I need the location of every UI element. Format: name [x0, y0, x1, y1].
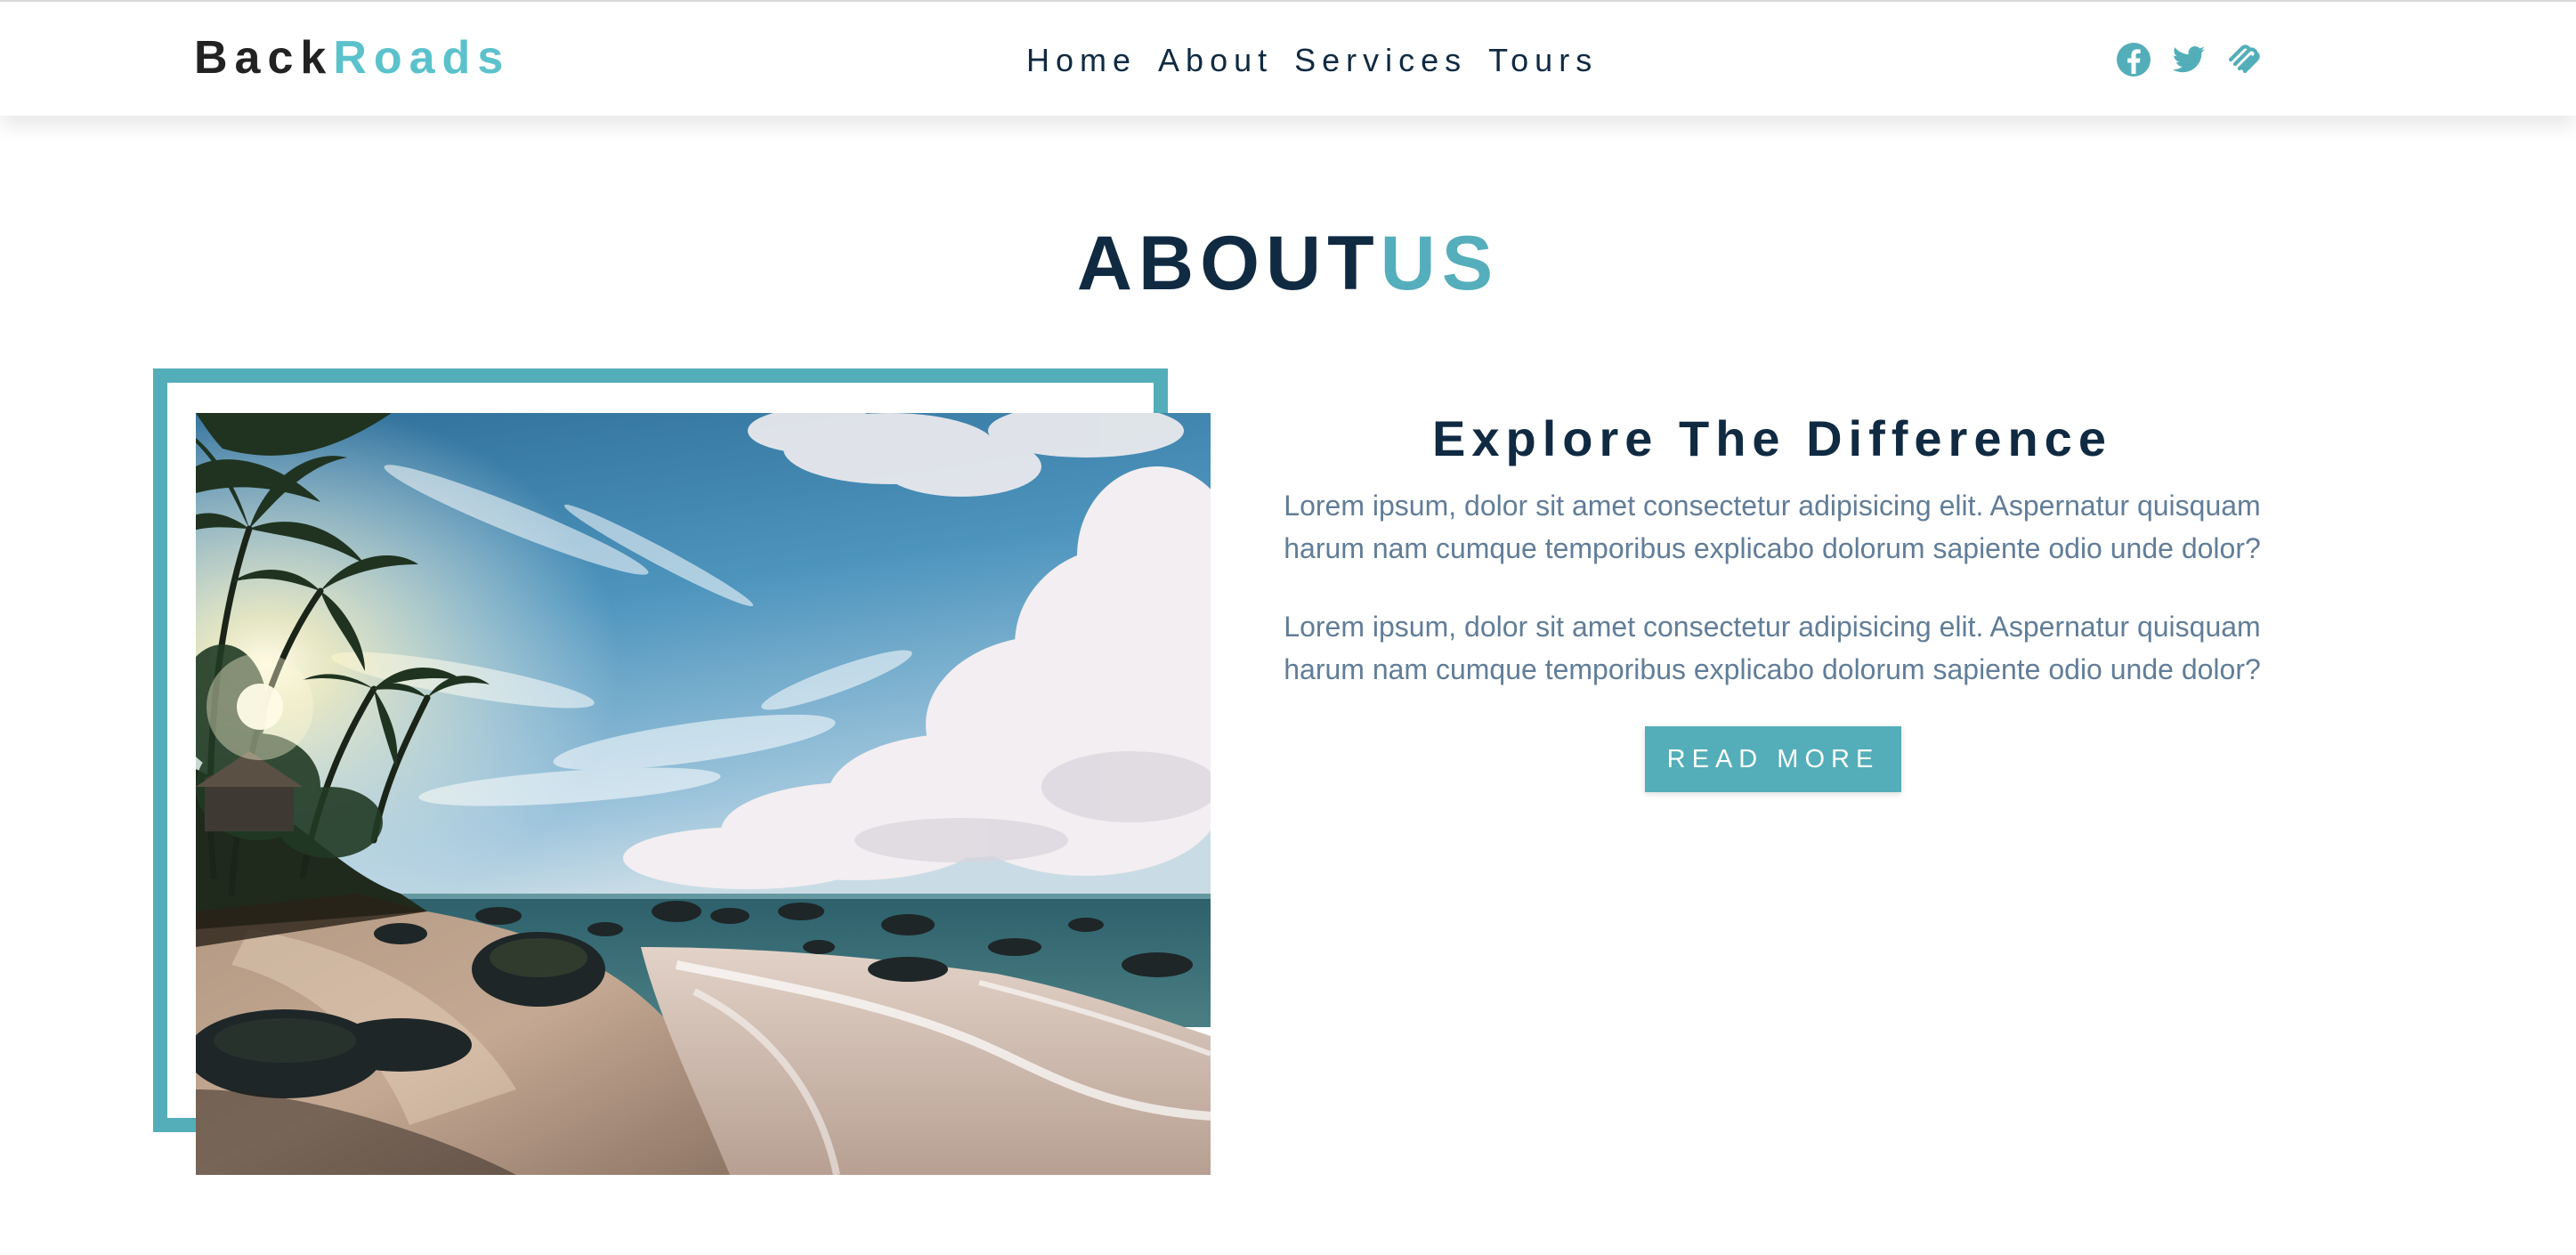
section-title-about: ABOUT: [1076, 221, 1381, 306]
about-image: [196, 413, 1211, 1175]
logo-text-back: Back: [194, 32, 334, 84]
nav-link-home[interactable]: Home: [1026, 37, 1137, 84]
twitter-icon[interactable]: [2170, 41, 2207, 78]
squarespace-icon[interactable]: [2225, 41, 2263, 78]
about-heading: Explore The Difference: [1432, 410, 2112, 466]
nav-links: Home About Services Tours: [1026, 37, 1598, 84]
brand-logo[interactable]: BackRoads: [194, 28, 510, 87]
about-paragraph-2: Lorem ipsum, dolor sit amet consectetur …: [1284, 611, 2261, 685]
section-title-us: US: [1380, 221, 1500, 306]
logo-text-roads: Roads: [333, 32, 511, 84]
beach-photo: [196, 413, 1211, 1175]
nav-link-services[interactable]: Services: [1294, 37, 1467, 84]
nav-link-tours[interactable]: Tours: [1488, 37, 1598, 84]
section-title: ABOUTUS: [0, 221, 2576, 306]
nav-link-about[interactable]: About: [1158, 37, 1273, 84]
navbar: BackRoads Home About Services Tours: [0, 0, 2576, 116]
facebook-icon[interactable]: [2115, 41, 2152, 78]
about-paragraph-1: Lorem ipsum, dolor sit amet consectetur …: [1284, 490, 2261, 564]
social-icons: [2115, 41, 2263, 78]
read-more-button[interactable]: READ MORE: [1645, 726, 1901, 792]
about-info: Explore The Difference Lorem ipsum, dolo…: [1264, 406, 2280, 691]
